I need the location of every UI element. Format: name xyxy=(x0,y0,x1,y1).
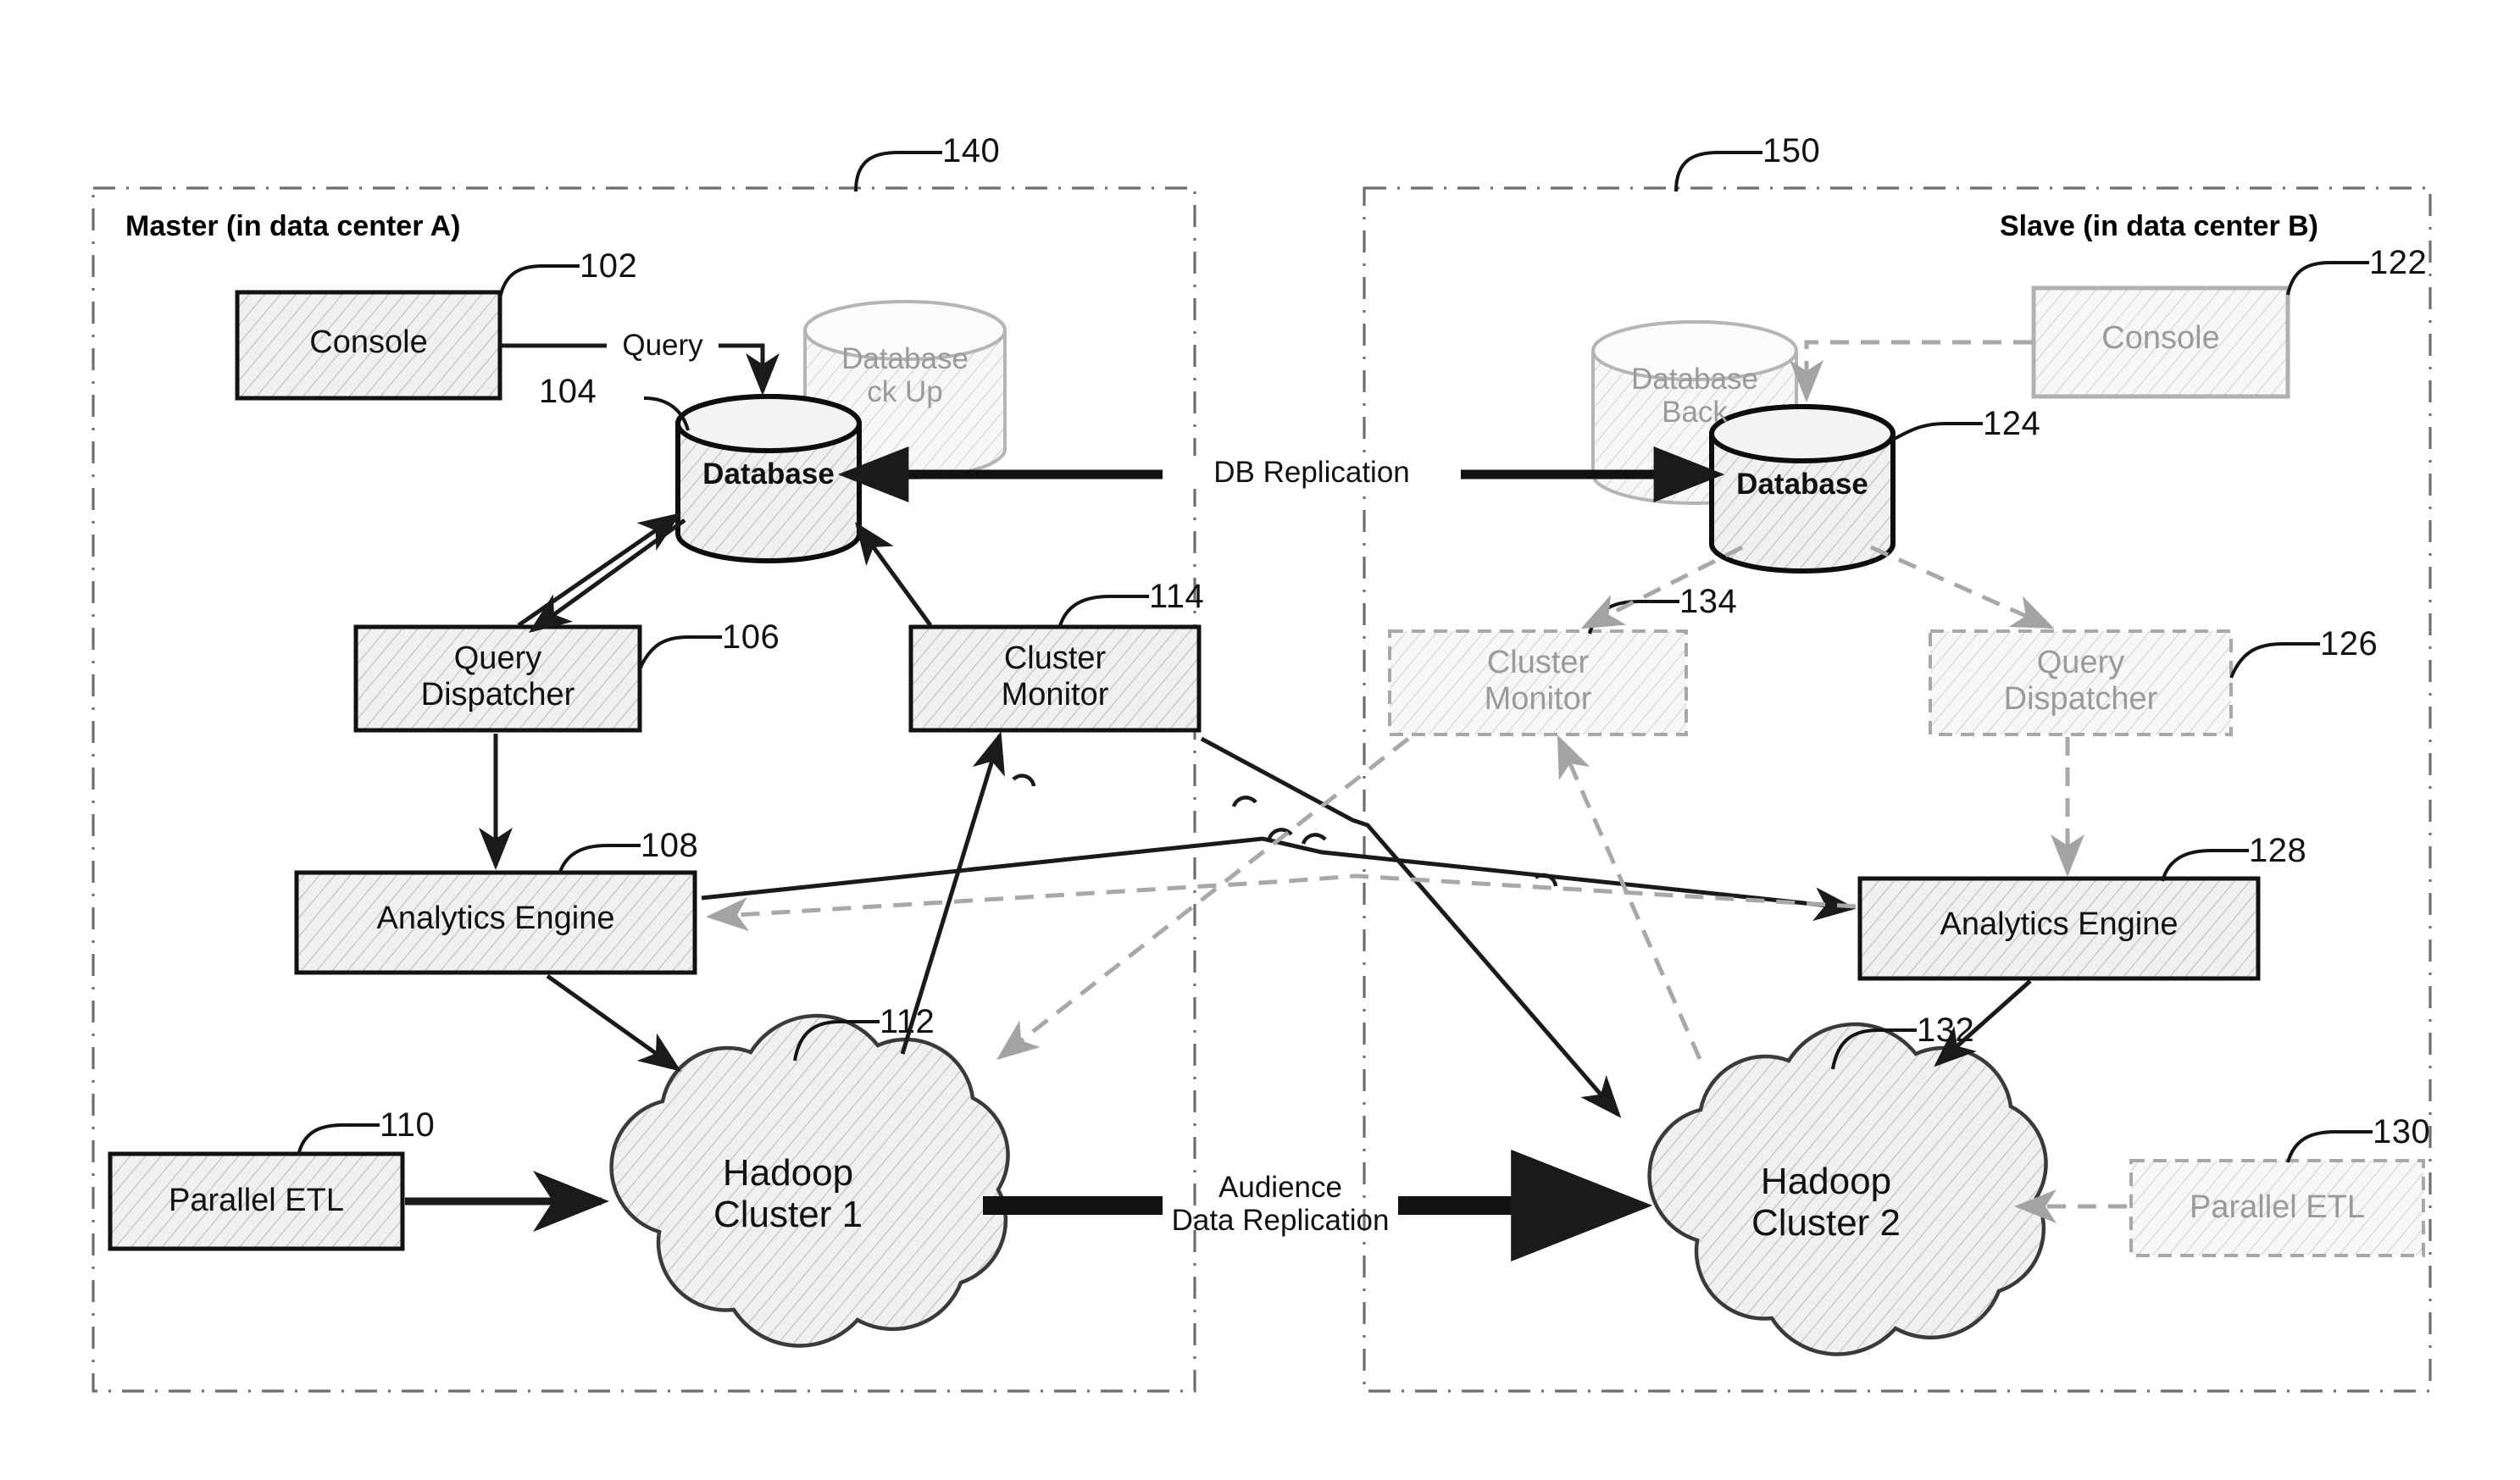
label-analytics-engine-master: Analytics Engine xyxy=(376,901,615,936)
leader-150 xyxy=(1674,151,1762,192)
ref-numeral-150: 150 xyxy=(1762,132,1821,169)
leader-108 xyxy=(558,844,641,875)
label-cluster-monitor-master: Cluster Monitor xyxy=(1001,640,1109,712)
label-hadoop-cluster-2: Hadoop Cluster 2 xyxy=(1751,1161,1901,1244)
edge-db-slave-to-query-dispatcher-slave xyxy=(1869,545,2055,629)
zone-title-master: Master (in data center A) xyxy=(125,210,461,242)
edge-console-slave-to-db xyxy=(1790,340,2032,402)
label-console-slave: Console xyxy=(2101,320,2220,356)
ref-numeral-130: 130 xyxy=(2373,1113,2431,1150)
leader-126 xyxy=(2229,642,2320,679)
leader-106 xyxy=(638,635,722,670)
leader-102 xyxy=(498,264,580,299)
ref-numeral-108: 108 xyxy=(641,827,699,864)
label-parallel-etl-slave: Parallel ETL xyxy=(2190,1189,2365,1225)
ref-numeral-126: 126 xyxy=(2320,625,2378,662)
label-hadoop-cluster-1: Hadoop Cluster 1 xyxy=(713,1152,863,1236)
ref-numeral-140: 140 xyxy=(942,132,1001,169)
label-query-dispatcher-master: Query Dispatcher xyxy=(420,640,575,712)
edge-query-to-db xyxy=(719,343,780,396)
label-parallel-etl-master: Parallel ETL xyxy=(169,1183,344,1218)
label-query-dispatcher-slave: Query Dispatcher xyxy=(2003,645,2158,717)
leader-110 xyxy=(297,1123,380,1156)
label-db-slave: Database xyxy=(1736,468,1868,501)
figure-canvas: Master (in data center A) Slave (in data… xyxy=(0,0,2520,1480)
ref-numeral-112: 112 xyxy=(880,1003,935,1040)
label-db-backup-slave: Database Back xyxy=(1631,363,1758,430)
leader-130 xyxy=(2286,1130,2373,1163)
edge-hadoop2-to-cluster-monitor-slave xyxy=(1557,734,1702,1061)
ref-numeral-110: 110 xyxy=(380,1106,436,1144)
label-analytics-engine-slave: Analytics Engine xyxy=(1940,906,2179,942)
leader-122 xyxy=(2286,261,2369,296)
label-db-backup-master: Database ck Up xyxy=(841,342,969,409)
ref-numeral-102: 102 xyxy=(580,247,638,285)
edge-cluster-monitor-to-db xyxy=(855,521,933,627)
ref-numeral-114: 114 xyxy=(1149,578,1205,615)
ref-numeral-124: 124 xyxy=(1983,405,2041,442)
ref-numeral-132: 132 xyxy=(1917,1012,1975,1049)
edge-analytics-to-hadoop1 xyxy=(546,973,682,1072)
edge-label-audience-data-replication: Audience Data Replication xyxy=(1171,1171,1390,1238)
leader-140 xyxy=(854,151,942,192)
ref-numeral-128: 128 xyxy=(2249,832,2307,869)
edge-label-query: Query xyxy=(607,329,719,363)
edge-label-db-replication: DB Replication xyxy=(1163,456,1461,490)
ref-numeral-106: 106 xyxy=(722,618,780,656)
edge-cluster-monitor-slave-to-hadoop1 xyxy=(996,737,1410,1061)
label-cluster-monitor-slave: Cluster Monitor xyxy=(1484,645,1592,717)
ref-numeral-104: 104 xyxy=(539,373,597,410)
edge-query-dispatcher-to-db xyxy=(517,513,682,628)
edge-analytics-master-to-hadoop2 xyxy=(701,836,1857,922)
ref-numeral-122: 122 xyxy=(2369,244,2428,281)
label-console-master: Console xyxy=(309,324,428,360)
zone-title-slave: Slave (in data center B) xyxy=(2000,210,2319,242)
ref-numeral-134: 134 xyxy=(1679,583,1738,620)
edge-analytics-slave-to-analytics-master xyxy=(706,873,1857,932)
leader-124 xyxy=(1890,422,1983,442)
label-db-master: Database xyxy=(702,457,835,491)
edge-db-to-query-dispatcher xyxy=(528,518,686,633)
leader-114 xyxy=(1057,595,1149,629)
